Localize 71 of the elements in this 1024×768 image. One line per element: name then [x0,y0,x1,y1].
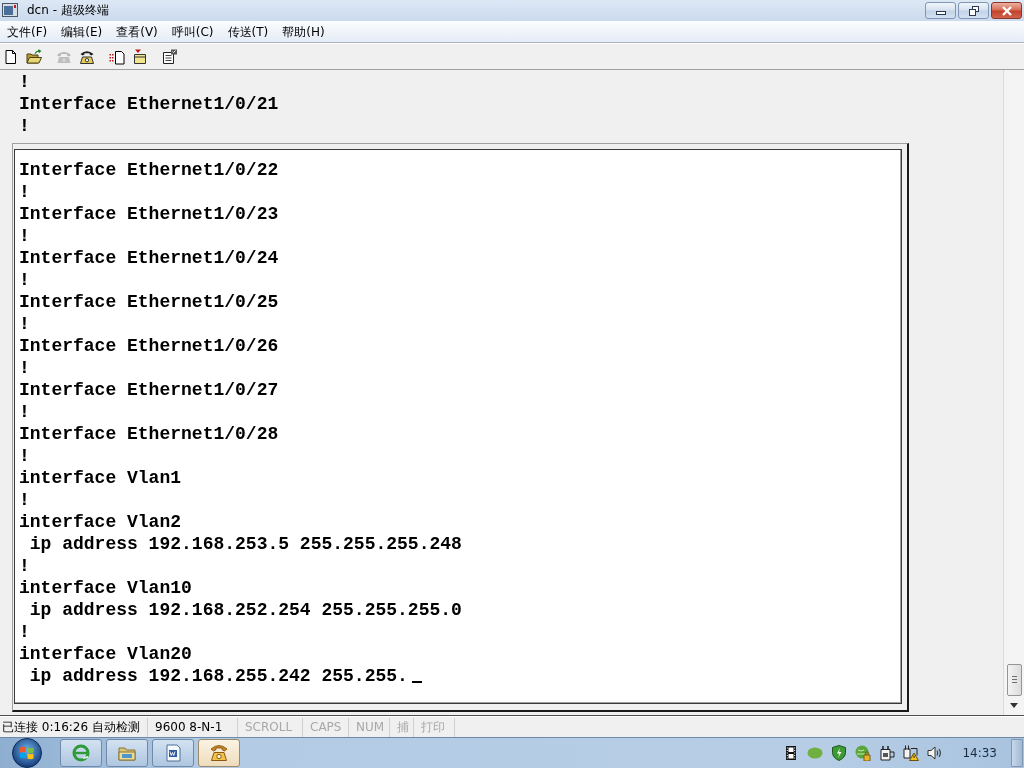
restore-button[interactable] [958,2,989,19]
scroll-down-arrow-icon[interactable] [1010,703,1018,708]
close-button[interactable] [991,2,1022,19]
folder-arrow-icon [132,48,148,65]
menu-item[interactable]: 编辑(E) [54,22,110,41]
start-button[interactable] [10,738,44,768]
terminal-line: ip address 192.168.253.5 255.255.255.248 [28,533,462,555]
menu-item[interactable]: 传送(T) [220,22,276,41]
dotted-document-icon [109,48,125,65]
terminal-line: Interface Ethernet1/0/23 [19,203,279,225]
taskbar-app-button[interactable] [152,739,194,767]
power-plug-icon [879,745,896,761]
menu-item[interactable]: 帮助(H) [275,22,332,41]
terminal-line: ! [19,181,30,203]
terminal-line: ! [19,555,30,577]
speaker-icon [927,745,944,761]
menu-item[interactable]: 文件(F) [0,22,55,41]
windows-orb-icon [10,738,44,768]
terminal-line: ! [19,489,30,511]
document-icon [163,743,183,763]
terminal-line: ! [19,313,30,335]
taskbar-app-button[interactable] [60,739,102,767]
window-title: dcn - 超级终端 [27,3,109,18]
terminal-line: Interface Ethernet1/0/21 [19,93,279,115]
properties-icon [162,48,178,65]
telephone-icon [209,743,229,763]
terminal-line: ! [19,71,30,93]
terminal-line: Interface Ethernet1/0/22 [19,159,279,181]
open-folder-icon [26,48,42,65]
terminal-line: ip address 192.168.252.254 255.255.255.0 [28,599,462,621]
status-text: NUM [349,717,390,737]
terminal-line: ! [19,269,30,291]
shield-icon [831,745,848,761]
globe-lock-icon [855,745,872,761]
taskbar-app-button[interactable] [198,739,240,767]
scrollbar-thumb[interactable] [1006,664,1022,696]
terminal-line: ! [19,115,30,137]
terminal-line: interface Vlan1 [19,467,182,489]
status-text: 打印 [414,717,455,737]
terminal-line: interface Vlan2 [19,511,182,533]
terminal-line: ! [19,357,30,379]
terminal-line: ! [19,445,30,467]
status-text: 捕 [390,717,414,737]
status-text: 已连接 0:16:26 自动检测 [0,717,148,737]
terminal-line: Interface Ethernet1/0/26 [19,335,279,357]
terminal-line: interface Vlan20 [19,643,192,665]
status-text: CAPS [303,717,349,737]
telephone-icon [79,48,95,65]
terminal-line: Interface Ethernet1/0/25 [19,291,279,313]
browser-icon [71,743,91,763]
clock-time: 14:33 [962,746,997,760]
status-text: SCROLL [238,717,303,737]
close-icon [1000,5,1013,16]
taskbar-app-button[interactable] [106,739,148,767]
terminal-line: ! [19,621,30,643]
terminal-line: ! [19,225,30,247]
window-icon [2,3,18,17]
round-dot-icon [807,745,824,761]
menu-item[interactable]: 查看(V) [109,22,165,41]
terminal-line: Interface Ethernet1/0/27 [19,379,279,401]
status-text: 9600 8-N-1 [148,717,238,737]
menu-item[interactable]: 呼叫(C) [164,22,221,41]
terminal-line: ip address 192.168.255.242 255.255. [28,665,408,687]
terminal-line: ! [19,401,30,423]
minimize-button[interactable] [925,2,956,19]
restore-icon [967,5,980,16]
terminal-line: Interface Ethernet1/0/28 [19,423,279,445]
terminal-line: Interface Ethernet1/0/24 [19,247,279,269]
new-document-icon [3,48,19,65]
network-warning-icon [903,745,920,761]
terminal-line: interface Vlan10 [19,577,192,599]
